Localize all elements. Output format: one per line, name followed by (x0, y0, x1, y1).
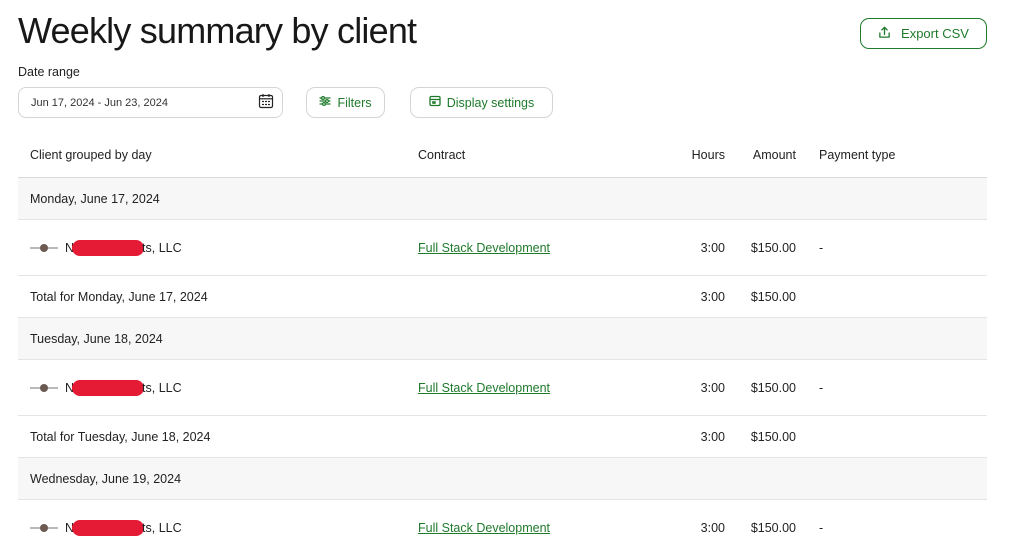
column-header-amount[interactable]: Amount (753, 148, 796, 162)
contract-link[interactable]: Full Stack Development (418, 521, 550, 535)
day-label: Wednesday, June 19, 2024 (30, 471, 182, 486)
column-header-payment-type[interactable]: Payment type (819, 148, 895, 162)
total-amount: $150.00 (750, 429, 796, 444)
summary-table: Client grouped by day Contract Hours Amo… (18, 133, 987, 546)
table-row: N ts, LLC Full Stack Development 3:00 $1… (18, 220, 987, 276)
column-header-client[interactable]: Client grouped by day (30, 148, 152, 162)
table-row: N ts, LLC Full Stack Development 3:00 $1… (18, 360, 987, 416)
payment-type-value: - (819, 240, 824, 255)
day-label: Tuesday, June 18, 2024 (30, 331, 163, 346)
payment-type-value: - (819, 520, 824, 535)
client-logo (30, 383, 58, 392)
amount-value: $150.00 (750, 240, 796, 255)
client-name: N ts, LLC (30, 379, 182, 396)
day-group-row: Monday, June 17, 2024 (18, 178, 987, 220)
date-range-input[interactable]: Jun 17, 2024 - Jun 23, 2024 (18, 87, 283, 118)
table-header-row: Client grouped by day Contract Hours Amo… (18, 133, 987, 178)
total-amount: $150.00 (750, 289, 796, 304)
total-label: Total for Tuesday, June 18, 2024 (30, 429, 211, 444)
total-row: Total for Tuesday, June 18, 2024 3:00 $1… (18, 416, 987, 458)
redaction-mark (72, 239, 145, 256)
display-settings-button[interactable]: Display settings (410, 87, 553, 118)
export-csv-label: Export CSV (901, 26, 969, 41)
date-range-label: Date range (18, 65, 80, 79)
payment-type-value: - (819, 380, 824, 395)
day-group-row: Wednesday, June 19, 2024 (18, 458, 987, 500)
hours-value: 3:00 (700, 380, 725, 395)
table-row: N ts, LLC Full Stack Development 3:00 $1… (18, 500, 987, 546)
hours-value: 3:00 (700, 520, 725, 535)
client-name-suffix: ts, LLC (142, 520, 182, 535)
display-settings-label: Display settings (446, 95, 535, 110)
column-header-contract[interactable]: Contract (418, 148, 465, 162)
total-hours: 3:00 (700, 429, 725, 444)
total-row: Total for Monday, June 17, 2024 3:00 $15… (18, 276, 987, 318)
column-header-hours[interactable]: Hours (692, 148, 725, 162)
day-group-row: Tuesday, June 18, 2024 (18, 318, 987, 360)
total-label: Total for Monday, June 17, 2024 (30, 289, 208, 304)
filters-icon (319, 95, 332, 110)
page-title: Weekly summary by client (18, 10, 417, 51)
calendar-icon[interactable] (258, 93, 274, 112)
client-name: N ts, LLC (30, 239, 182, 256)
filters-label: Filters (337, 95, 372, 110)
filters-button[interactable]: Filters (306, 87, 385, 118)
redaction-mark (72, 519, 145, 536)
client-logo (30, 243, 58, 252)
total-hours: 3:00 (700, 289, 725, 304)
client-name-suffix: ts, LLC (142, 380, 182, 395)
client-name: N ts, LLC (30, 519, 182, 536)
display-settings-icon (429, 95, 441, 110)
export-csv-button[interactable]: Export CSV (860, 18, 987, 49)
client-name-suffix: ts, LLC (142, 240, 182, 255)
hours-value: 3:00 (700, 240, 725, 255)
redaction-mark (72, 379, 145, 396)
amount-value: $150.00 (750, 380, 796, 395)
date-range-value: Jun 17, 2024 - Jun 23, 2024 (31, 96, 168, 109)
contract-link[interactable]: Full Stack Development (418, 381, 550, 395)
client-logo (30, 523, 58, 532)
day-label: Monday, June 17, 2024 (30, 191, 160, 206)
export-icon (878, 26, 891, 42)
contract-link[interactable]: Full Stack Development (418, 241, 550, 255)
amount-value: $150.00 (750, 520, 796, 535)
